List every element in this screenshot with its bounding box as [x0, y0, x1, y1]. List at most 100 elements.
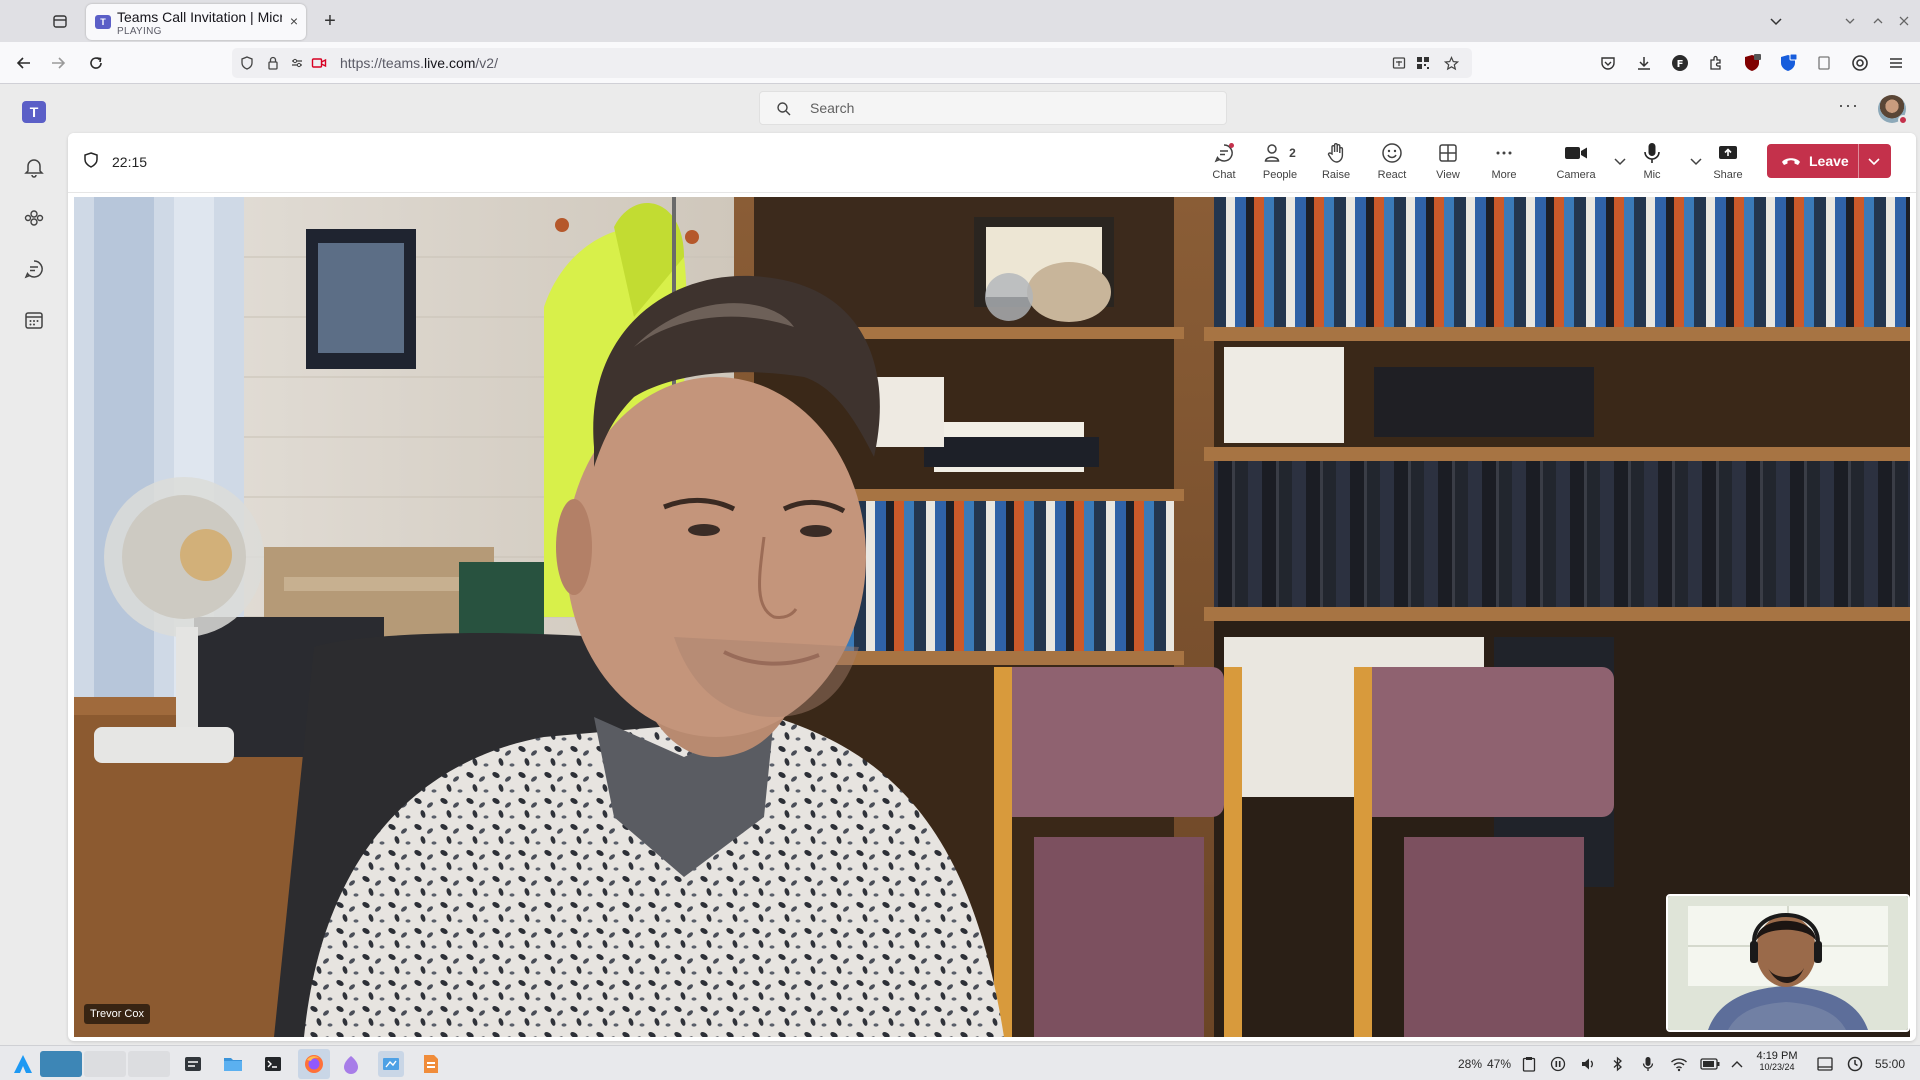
permissions-icon[interactable] [288, 54, 306, 72]
bluetooth-icon[interactable] [1609, 1056, 1627, 1072]
hamburger-menu-icon[interactable] [1884, 51, 1908, 75]
app-launcher-icon[interactable] [10, 1051, 36, 1077]
people-count: 2 [1289, 146, 1296, 160]
back-button[interactable] [12, 51, 36, 75]
raise-hand-button[interactable]: Raise [1310, 139, 1362, 187]
share-button[interactable]: Share [1702, 139, 1754, 187]
bookmark-star-icon[interactable] [1442, 54, 1460, 72]
media-pause-icon[interactable] [1549, 1056, 1567, 1072]
office-app-icon[interactable] [418, 1051, 444, 1077]
virtual-desktop-2[interactable] [84, 1051, 126, 1077]
shield-icon[interactable] [82, 151, 100, 169]
volume-icon[interactable] [1579, 1056, 1597, 1072]
bitwarden-extension-icon[interactable] [1776, 51, 1800, 75]
memory-usage-indicator[interactable]: 47% [1486, 1056, 1512, 1072]
self-view-video[interactable] [1666, 894, 1910, 1032]
wifi-icon[interactable] [1669, 1056, 1689, 1072]
reload-button[interactable] [84, 51, 108, 75]
search-input[interactable] [810, 93, 1210, 123]
purple-app-icon[interactable] [338, 1051, 364, 1077]
teams-app: T ··· 22:15 Chat 2 People [0, 85, 1920, 1045]
more-options-button[interactable]: ··· [1838, 95, 1859, 116]
extensions-icon[interactable] [1704, 51, 1728, 75]
pocket-icon[interactable] [1596, 51, 1620, 75]
tab-close-icon[interactable]: × [290, 13, 298, 29]
tab-title: Teams Call Invitation | Microsoft Teams [117, 9, 282, 25]
activity-bell-icon[interactable] [20, 153, 48, 181]
translate-page-icon[interactable] [1390, 54, 1408, 72]
firefox-taskbar-icon[interactable] [298, 1049, 330, 1079]
camera-label: Camera [1556, 169, 1596, 181]
show-desktop-icon[interactable] [1816, 1056, 1834, 1072]
view-label: View [1436, 169, 1460, 181]
communities-icon[interactable] [20, 204, 48, 232]
search-icon [777, 102, 791, 116]
main-video-feed[interactable]: Trevor Cox [74, 197, 1910, 1037]
people-icon [1264, 144, 1280, 162]
presence-status-dot [1898, 115, 1908, 125]
raise-hand-icon [1327, 143, 1344, 163]
share-screen-icon [1719, 146, 1737, 159]
react-button[interactable]: React [1366, 139, 1418, 187]
more-label: More [1491, 169, 1517, 181]
maximize-window-icon[interactable] [1866, 9, 1890, 33]
firefox-view-icon[interactable] [1848, 51, 1872, 75]
list-all-tabs-icon[interactable] [1764, 9, 1788, 33]
people-label: People [1262, 169, 1298, 181]
meeting-timer: 22:15 [112, 154, 148, 170]
forward-button[interactable] [46, 51, 70, 75]
account-f-icon[interactable]: F [1668, 51, 1692, 75]
virtual-desktop-3[interactable] [128, 1051, 170, 1077]
more-horizontal-icon [1496, 151, 1512, 155]
meeting-window: 22:15 Chat 2 People Raise React View Mor… [68, 133, 1916, 1041]
reader-view-icon[interactable] [1812, 51, 1836, 75]
cpu-usage-indicator[interactable]: 28% [1458, 1056, 1482, 1072]
self-view-frame [1668, 896, 1908, 1030]
camera-button[interactable]: Camera [1550, 139, 1602, 187]
clipboard-icon[interactable] [1520, 1056, 1538, 1072]
calendar-icon[interactable] [20, 306, 48, 334]
leave-button[interactable]: Leave [1767, 144, 1891, 178]
search-box[interactable] [759, 91, 1227, 125]
terminal-icon[interactable] [260, 1051, 286, 1077]
url-prefix: https://teams. [340, 55, 425, 71]
tracking-protection-icon[interactable] [238, 54, 256, 72]
battery-icon[interactable] [1699, 1056, 1721, 1072]
qr-code-icon[interactable] [1414, 54, 1432, 72]
chat-icon [1214, 143, 1234, 163]
screenshot-tool-icon[interactable] [378, 1051, 404, 1077]
lock-icon[interactable] [264, 54, 282, 72]
participant-video-frame [74, 197, 1910, 1037]
system-clock[interactable]: 4:19 PM 10/23/24 [1748, 1050, 1806, 1072]
tray-expand-chevron-icon[interactable] [1729, 1056, 1745, 1072]
new-tab-button[interactable]: + [318, 9, 342, 33]
file-manager-icon[interactable] [220, 1051, 246, 1077]
power-timer-icon[interactable] [1846, 1056, 1864, 1072]
more-actions-button[interactable]: More [1478, 139, 1530, 187]
chat-button[interactable]: Chat [1198, 139, 1250, 187]
microphone-tray-icon[interactable] [1639, 1056, 1657, 1072]
view-button[interactable]: View [1422, 139, 1474, 187]
browser-tab[interactable]: T Teams Call Invitation | Microsoft Team… [86, 4, 306, 40]
system-settings-icon[interactable] [180, 1051, 206, 1077]
chat-rail-icon[interactable] [20, 255, 48, 283]
clock-time: 4:19 PM [1756, 1050, 1798, 1062]
virtual-desktop-1[interactable] [40, 1051, 82, 1077]
url-bar[interactable]: https://teams.live.com/v2/ [232, 48, 1472, 78]
teams-logo-icon[interactable]: T [22, 101, 46, 123]
mic-label: Mic [1643, 169, 1661, 181]
tab-list-icon[interactable] [48, 9, 72, 33]
participant-name-tag: Trevor Cox [84, 1004, 150, 1024]
hang-up-phone-icon [1782, 158, 1800, 165]
leave-options-chevron-icon[interactable] [1866, 153, 1882, 169]
downloads-icon[interactable] [1632, 51, 1656, 75]
mic-button[interactable]: Mic [1626, 139, 1678, 187]
user-avatar[interactable] [1878, 95, 1908, 125]
ublock-extension-icon[interactable] [1740, 51, 1764, 75]
camera-sharing-icon[interactable] [310, 54, 328, 72]
close-window-icon[interactable] [1892, 9, 1916, 33]
browser-navigation-bar: https://teams.live.com/v2/ F [0, 42, 1920, 84]
url-text[interactable]: https://teams.live.com/v2/ [340, 55, 498, 71]
people-button[interactable]: 2 People [1254, 139, 1306, 187]
minimize-window-icon[interactable] [1838, 9, 1862, 33]
